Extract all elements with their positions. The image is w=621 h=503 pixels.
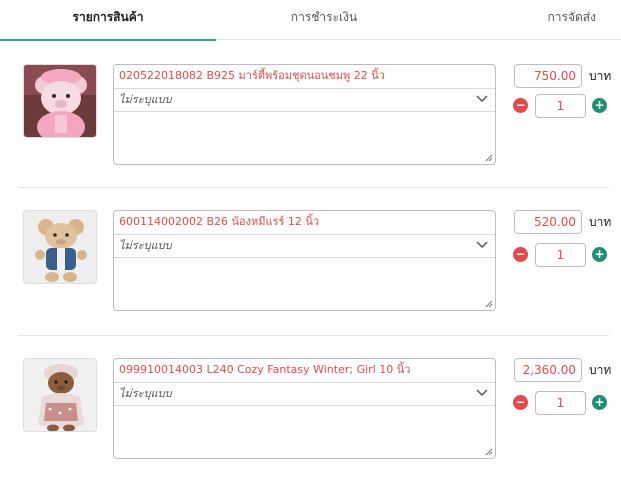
currency-label: บาท: [589, 363, 612, 377]
variant-select[interactable]: ไม่ระบุแบบ: [114, 235, 495, 258]
product-detail-box: 600114002002 B26 น้องหมีแรร์ 12 นิ้ว ไม่…: [113, 210, 496, 311]
resize-handle-icon[interactable]: [485, 154, 493, 162]
decrease-quantity-button[interactable]: −: [513, 98, 528, 113]
tab-bar: รายการสินค้า การชำระเงิน การจัดส่ง: [0, 0, 621, 41]
price-field[interactable]: 2,360.00: [514, 358, 582, 382]
tab-product-list[interactable]: รายการสินค้า: [0, 0, 216, 41]
variant-select[interactable]: ไม่ระบุแบบ: [114, 89, 495, 112]
chevron-down-icon[interactable]: [475, 92, 489, 106]
product-name[interactable]: 600114002002 B26 น้องหมีแรร์ 12 นิ้ว: [114, 211, 495, 235]
resize-handle-icon[interactable]: [485, 300, 493, 308]
product-image: [23, 210, 97, 284]
product-detail-box: 099910014003 L240 Cozy Fantasy Winter; G…: [113, 358, 496, 459]
variant-select[interactable]: ไม่ระบุแบบ: [114, 383, 495, 406]
currency-label: บาท: [589, 69, 612, 83]
chevron-down-icon[interactable]: [475, 238, 489, 252]
chevron-down-icon[interactable]: [475, 386, 489, 400]
product-name[interactable]: 099910014003 L240 Cozy Fantasy Winter; G…: [114, 359, 495, 383]
quantity-field[interactable]: 1: [535, 391, 586, 415]
tab-shipping[interactable]: การจัดส่ง: [432, 0, 621, 40]
resize-handle-icon[interactable]: [485, 448, 493, 456]
price-field[interactable]: 520.00: [514, 210, 582, 234]
decrease-quantity-button[interactable]: −: [513, 395, 528, 410]
cart-item: 020522018082 B925 มาร์ตี้พร้อมชุดนอนชมพู…: [0, 60, 621, 208]
currency-label: บาท: [589, 215, 612, 229]
product-image: [23, 358, 97, 432]
cart-item: 600114002002 B26 น้องหมีแรร์ 12 นิ้ว ไม่…: [0, 207, 621, 355]
price-field[interactable]: 750.00: [514, 64, 582, 88]
cart-item: 099910014003 L240 Cozy Fantasy Winter; G…: [0, 355, 621, 503]
decrease-quantity-button[interactable]: −: [513, 247, 528, 262]
product-image: [23, 64, 97, 138]
product-detail-box: 020522018082 B925 มาร์ตี้พร้อมชุดนอนชมพู…: [113, 64, 496, 165]
quantity-field[interactable]: 1: [535, 94, 586, 118]
product-name[interactable]: 020522018082 B925 มาร์ตี้พร้อมชุดนอนชมพู…: [114, 65, 495, 89]
item-divider: [18, 335, 609, 336]
tab-payment[interactable]: การชำระเงิน: [216, 0, 432, 40]
increase-quantity-button[interactable]: +: [592, 395, 607, 410]
quantity-field[interactable]: 1: [535, 243, 586, 267]
increase-quantity-button[interactable]: +: [592, 98, 607, 113]
item-divider: [18, 187, 609, 188]
increase-quantity-button[interactable]: +: [592, 247, 607, 262]
